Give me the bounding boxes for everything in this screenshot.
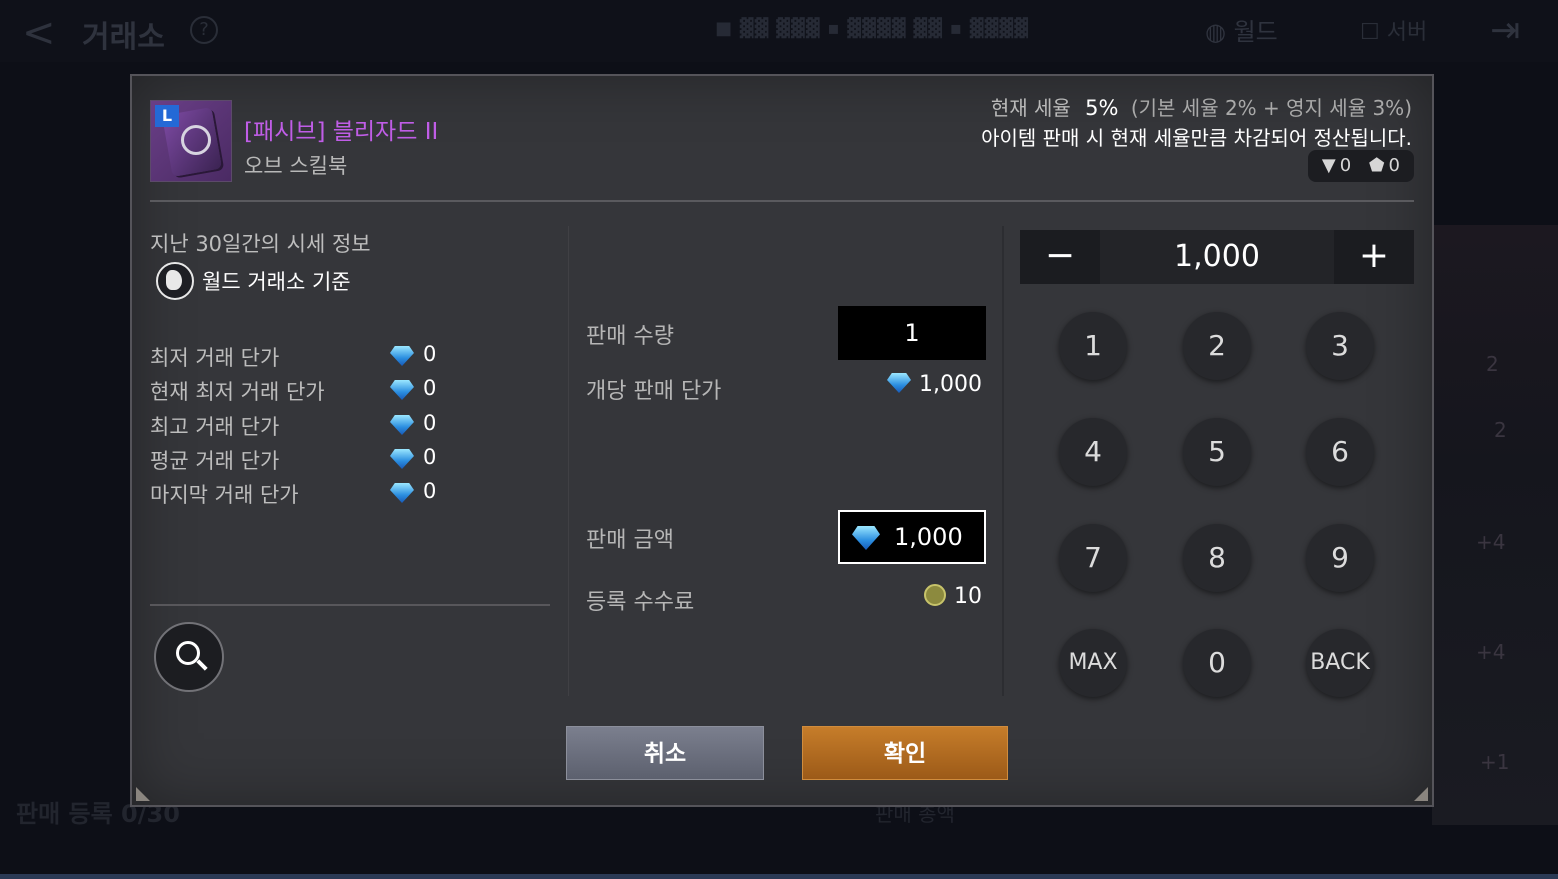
key-4[interactable]: 4	[1059, 418, 1127, 486]
key-max[interactable]: MAX	[1059, 629, 1127, 697]
key-6[interactable]: 6	[1306, 418, 1374, 486]
anvil-count: 0	[1339, 155, 1352, 176]
market-info-title: 지난 30일간의 시세 정보	[150, 232, 371, 256]
checkbox-icon: ☐	[1360, 20, 1380, 45]
fee-label: 등록 수수료	[586, 590, 695, 615]
price-row-average: 평균 거래 단가 0	[150, 445, 450, 475]
unit-price: 1,000	[887, 372, 982, 397]
confirm-button[interactable]: 확인	[802, 726, 1008, 780]
price-label: 최고 거래 단가	[150, 415, 280, 439]
anvil-icon: ▼	[1321, 155, 1336, 176]
cancel-button[interactable]: 취소	[566, 726, 764, 780]
fee-value: 10	[954, 584, 982, 609]
side-item-count: +4	[1476, 530, 1506, 554]
decrease-button[interactable]: −	[1020, 230, 1100, 284]
price-value: 0	[423, 342, 437, 366]
diamond-icon	[390, 483, 414, 503]
skillbook-icon: L	[150, 100, 232, 182]
price-display: 1,000	[1174, 239, 1260, 274]
registration-fee: 10	[924, 584, 982, 609]
exit-icon[interactable]: ⇥	[1490, 10, 1520, 51]
tax-rate-detail: (기본 세율 2% + 영지 세율 3%)	[1130, 96, 1412, 120]
help-icon[interactable]: ?	[190, 16, 218, 44]
price-value: 0	[423, 479, 437, 503]
total-label: 판매 금액	[586, 528, 674, 553]
key-2[interactable]: 2	[1183, 312, 1251, 380]
shield-count: 0	[1388, 155, 1400, 176]
side-item-count: 2	[1494, 418, 1507, 442]
price-value: 0	[423, 411, 437, 435]
diamond-icon	[390, 346, 414, 366]
price-value: 0	[423, 376, 437, 400]
grade-badge: L	[155, 105, 179, 127]
globe-icon: ◍	[1205, 18, 1226, 46]
header-divider	[150, 200, 1414, 202]
total-price-value: 1,000	[894, 523, 963, 551]
item-type: 오브 스킬북	[244, 154, 348, 178]
key-7[interactable]: 7	[1059, 524, 1127, 592]
diamond-icon	[852, 526, 880, 550]
world-selector[interactable]: ◍ 월드	[1205, 12, 1278, 47]
side-item-count: +4	[1476, 640, 1506, 664]
tax-notice: 아이템 판매 시 현재 세율만큼 차감되어 정산됩니다.	[981, 126, 1412, 150]
price-label: 평균 거래 단가	[150, 449, 280, 473]
price-label: 현재 최저 거래 단가	[150, 380, 325, 404]
server-selector[interactable]: ☐ 서버	[1360, 14, 1427, 46]
column-divider	[568, 226, 569, 696]
key-3[interactable]: 3	[1306, 312, 1374, 380]
tax-rate-value: 5%	[1085, 96, 1119, 120]
top-currency-bar: ■ ▓▓ ▓▓▓ ▪ ▓▓▓▓ ▓▓ ▪ ▓▓▓▓	[715, 18, 1030, 39]
unit-price-label: 개당 판매 단가	[586, 379, 722, 404]
price-row-last: 마지막 거래 단가 0	[150, 479, 450, 509]
screen-title: 거래소	[82, 20, 165, 55]
tax-rate-line: 현재 세율 5% (기본 세율 2% + 영지 세율 3%)	[991, 92, 1412, 121]
tax-rate-label: 현재 세율	[990, 96, 1071, 120]
search-button[interactable]	[154, 622, 224, 692]
side-item-count: 2	[1486, 352, 1499, 376]
key-9[interactable]: 9	[1306, 524, 1374, 592]
item-name: [패시브] 블리자드 II	[244, 119, 439, 145]
corner-ornament	[1414, 787, 1428, 801]
key-8[interactable]: 8	[1183, 524, 1251, 592]
column-divider	[1002, 226, 1004, 696]
unit-price-value: 1,000	[919, 372, 982, 397]
price-label: 마지막 거래 단가	[150, 483, 299, 507]
key-1[interactable]: 1	[1059, 312, 1127, 380]
bottom-edge	[0, 874, 1558, 879]
price-value: 0	[423, 445, 437, 469]
quantity-input[interactable]: 1	[838, 306, 986, 360]
price-row-current-lowest: 현재 최저 거래 단가 0	[150, 376, 450, 406]
item-counters: ▼ 0 ⬟ 0	[1307, 150, 1414, 182]
increase-button[interactable]: +	[1334, 230, 1414, 284]
market-basis: 월드 거래소 기준	[202, 270, 351, 294]
sell-item-dialog: L [패시브] 블리자드 II 오브 스킬북 현재 세율 5% (기본 세율 2…	[130, 74, 1434, 807]
quantity-label: 판매 수량	[586, 324, 674, 349]
world-label: 월드	[1233, 18, 1278, 46]
diamond-icon	[390, 415, 414, 435]
diamond-icon	[390, 380, 414, 400]
coin-icon	[924, 584, 946, 606]
diamond-icon	[390, 449, 414, 469]
world-globe-icon	[156, 262, 194, 300]
key-5[interactable]: 5	[1183, 418, 1251, 486]
key-back[interactable]: BACK	[1306, 629, 1374, 697]
server-label: 서버	[1386, 20, 1428, 45]
left-divider	[150, 604, 550, 606]
shield-icon: ⬟	[1368, 155, 1385, 176]
total-price-field[interactable]: 1,000	[838, 510, 986, 564]
back-arrow-icon[interactable]: <	[22, 10, 56, 56]
side-item-count: +1	[1480, 750, 1510, 774]
diamond-icon	[887, 373, 911, 393]
price-row-lowest: 최저 거래 단가 0	[150, 342, 450, 372]
side-item-list	[1432, 225, 1558, 825]
key-0[interactable]: 0	[1183, 629, 1251, 697]
price-label: 최저 거래 단가	[150, 346, 280, 370]
price-row-highest: 최고 거래 단가 0	[150, 411, 450, 441]
price-stepper: − 1,000 +	[1020, 230, 1414, 284]
corner-ornament	[136, 787, 150, 801]
